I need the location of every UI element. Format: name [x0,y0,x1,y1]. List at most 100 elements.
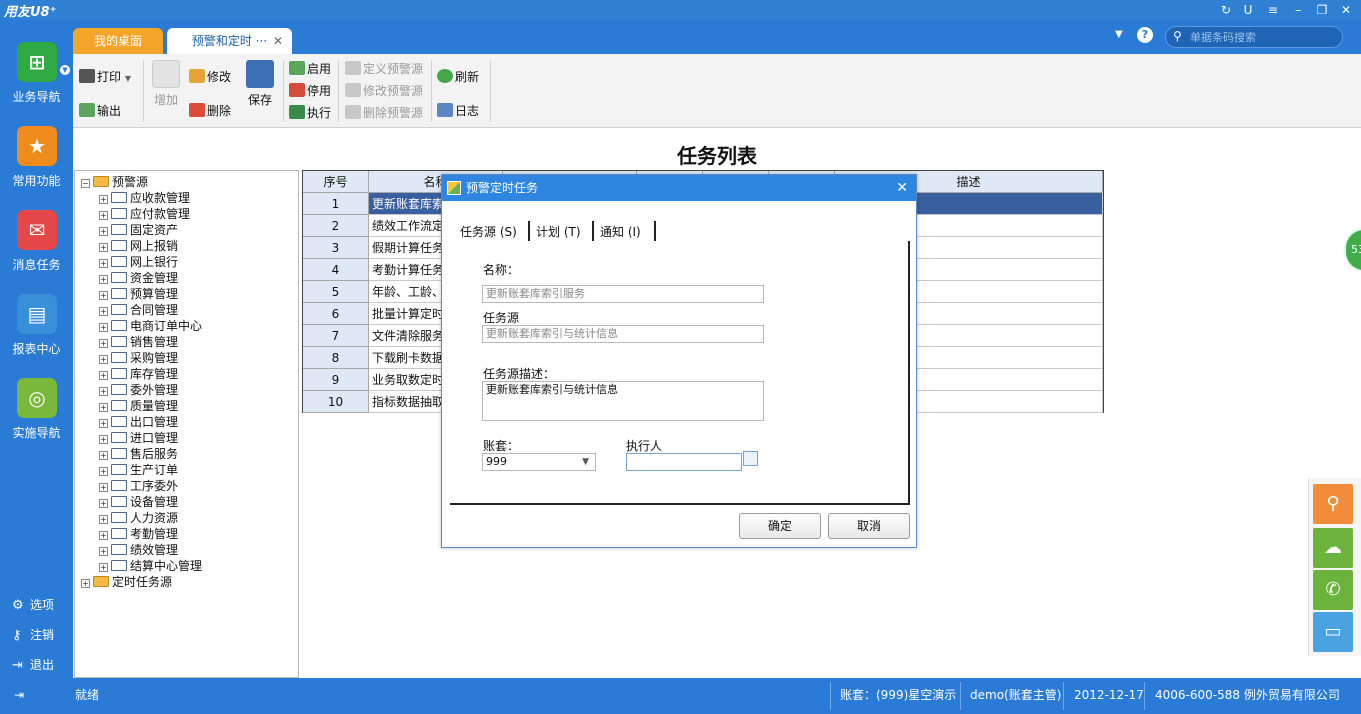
ok-button[interactable]: 确定 [739,513,821,539]
tree-node[interactable]: + 进口管理 [99,430,178,446]
dialog-tab-plan[interactable]: 计划 (T) [536,223,581,241]
nav-options[interactable]: ⚙ 选项 [12,595,72,615]
dock-message-icon[interactable]: ▭ [1313,612,1353,652]
expand-icon[interactable]: + [99,547,108,556]
expand-icon[interactable]: + [99,419,108,428]
nav-implement[interactable]: ◎ 实施导航 [0,378,73,458]
collapse-nav-icon[interactable]: ⇥ [14,686,24,704]
executor-input[interactable] [626,453,742,471]
expand-icon[interactable]: + [99,259,108,268]
refresh-window-icon[interactable]: ↻ [1216,1,1236,19]
disable-button[interactable]: 停用 [289,81,331,101]
print-button[interactable]: 打印 ▼ [79,67,131,87]
expand-icon[interactable]: + [99,307,108,316]
u-service-icon[interactable]: U [1238,1,1258,19]
tree-node[interactable]: + 销售管理 [99,334,178,350]
expand-icon[interactable]: + [99,515,108,524]
nav-message[interactable]: ✉ 消息任务 [0,210,73,290]
help-icon[interactable]: ? [1137,27,1153,43]
expand-icon[interactable]: + [99,243,108,252]
close-window-icon[interactable]: ✕ [1336,1,1356,19]
executor-lookup-icon[interactable] [743,451,758,466]
name-field[interactable]: 更新账套库索引服务 [482,285,764,303]
tree-node[interactable]: + 售后服务 [99,446,178,462]
modify-source-button[interactable]: 修改预警源 [345,81,423,101]
tree-node[interactable]: + 委外管理 [99,382,178,398]
expand-icon[interactable]: + [99,403,108,412]
nav-business[interactable]: ⊞ 业务导航 [0,42,73,122]
nav-expand-icon[interactable]: ▼ [60,65,70,75]
tree-node[interactable]: + 质量管理 [99,398,178,414]
tree-node[interactable]: + 网上银行 [99,254,178,270]
cancel-button[interactable]: 取消 [828,513,910,539]
refresh-button[interactable]: 刷新 [437,67,479,87]
nav-logout[interactable]: ⚷ 注销 [12,625,72,645]
edit-button[interactable]: 修改 [189,67,231,87]
expand-icon[interactable]: + [99,467,108,476]
tree-node[interactable]: + 结算中心管理 [99,558,202,574]
header-seq[interactable]: 序号 [303,171,369,193]
tree-node[interactable]: + 采购管理 [99,350,178,366]
nav-exit[interactable]: ⇥ 退出 [12,655,72,675]
expand-icon[interactable]: + [99,451,108,460]
export-button[interactable]: 输出 [79,101,121,121]
dialog-close-icon[interactable]: ✕ [896,175,908,201]
dialog-tab-source[interactable]: 任务源 (S) [460,223,517,241]
tree-node[interactable]: + 应付款管理 [99,206,190,222]
execute-button[interactable]: 执行 [289,103,331,123]
tree-node[interactable]: + 生产订单 [99,462,178,478]
expand-icon[interactable]: + [99,387,108,396]
tab-my-desktop[interactable]: 我的桌面 [73,28,163,54]
dock-cloud-icon[interactable]: ☁ [1313,528,1353,568]
expand-icon[interactable]: + [99,195,108,204]
dock-search-icon[interactable]: ⚲ [1313,484,1353,524]
expand-icon[interactable]: + [99,275,108,284]
tree-node[interactable]: + 固定资产 [99,222,178,238]
enable-button[interactable]: 启用 [289,59,331,79]
side-badge[interactable]: 53 [1344,228,1361,272]
nav-report[interactable]: ▤ 报表中心 [0,294,73,374]
tree-node[interactable]: + 工序委外 [99,478,178,494]
barcode-search-input[interactable] [1190,29,1338,45]
tree-root-alert-source[interactable]: − 预警源 [81,174,148,190]
account-select[interactable]: 999 ▼ [482,453,596,471]
collapse-icon[interactable]: − [81,179,90,188]
expand-icon[interactable]: + [81,579,90,588]
expand-icon[interactable]: + [99,227,108,236]
tree-node[interactable]: + 电商订单中心 [99,318,202,334]
tree-node[interactable]: + 资金管理 [99,270,178,286]
barcode-search[interactable]: ⚲ [1165,26,1343,48]
tree-node[interactable]: + 考勤管理 [99,526,178,542]
dock-chat-icon[interactable]: ✆ [1313,570,1353,610]
tree-root-timed-source[interactable]: + 定时任务源 [81,574,172,590]
expand-icon[interactable]: + [99,563,108,572]
tree-node[interactable]: + 人力资源 [99,510,178,526]
tree-node[interactable]: + 网上报销 [99,238,178,254]
expand-icon[interactable]: + [99,483,108,492]
log-button[interactable]: 日志 [437,101,479,121]
dialog-tab-notify[interactable]: 通知 (I) [600,223,641,241]
tab-close-icon[interactable]: ✕ [273,34,283,48]
define-source-button[interactable]: 定义预警源 [345,59,423,79]
tree-node[interactable]: + 合同管理 [99,302,178,318]
tree-node[interactable]: + 绩效管理 [99,542,178,558]
tree-node[interactable]: + 应收款管理 [99,190,190,206]
expand-icon[interactable]: + [99,499,108,508]
expand-icon[interactable]: + [99,435,108,444]
source-desc-field[interactable]: 更新账套库索引与统计信息 [482,381,764,421]
delete-source-button[interactable]: 删除预警源 [345,103,423,123]
tree-node[interactable]: + 出口管理 [99,414,178,430]
restore-icon[interactable]: ❐ [1312,1,1332,19]
delete-button[interactable]: 删除 [189,101,231,121]
expand-icon[interactable]: + [99,291,108,300]
expand-icon[interactable]: + [99,323,108,332]
tab-list-dropdown-icon[interactable]: ▼ [1115,29,1123,40]
add-button[interactable]: 增加 [151,60,181,108]
expand-icon[interactable]: + [99,371,108,380]
expand-icon[interactable]: + [99,339,108,348]
minimize-icon[interactable]: – [1288,1,1308,19]
expand-icon[interactable]: + [99,211,108,220]
tree-node[interactable]: + 库存管理 [99,366,178,382]
expand-icon[interactable]: + [99,531,108,540]
menu-icon[interactable]: ≡ [1263,1,1283,19]
